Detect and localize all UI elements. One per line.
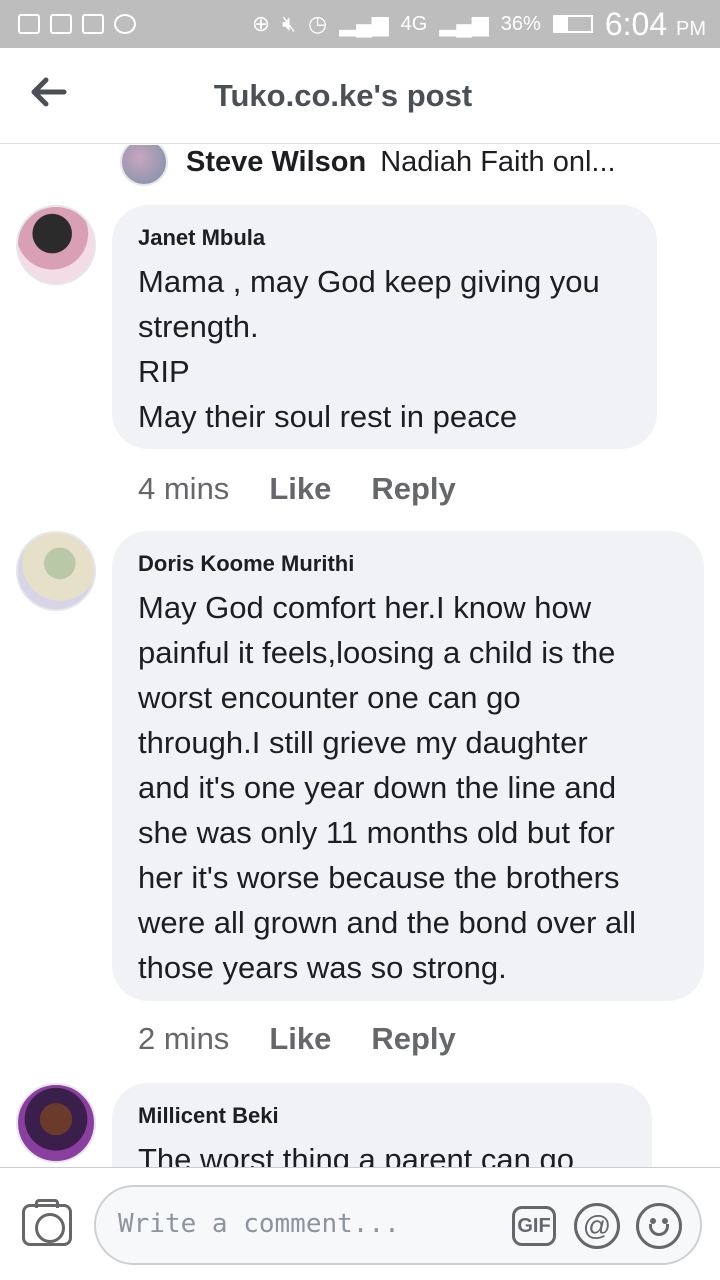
like-button[interactable]: Like (269, 471, 331, 507)
comment-author[interactable]: Janet Mbula (138, 225, 631, 251)
comment-input[interactable]: Write a comment... GIF @ (94, 1185, 702, 1265)
add-circle-icon: ⊕ (251, 11, 271, 36)
network-type: 4G (400, 12, 428, 35)
status-bar: ⊕ 🔇︎ ◷ ▂▄▆ 4G ▂▄▆ 36% 6:04 PM (0, 0, 720, 48)
battery-icon (552, 15, 593, 33)
comment-author[interactable]: Doris Koome Murithi (138, 551, 678, 577)
comment-composer: Write a comment... GIF @ (0, 1167, 720, 1280)
comment-bubble[interactable]: Millicent Beki The worst thing a parent … (112, 1083, 652, 1167)
page-title: Tuko.co.ke's post (213, 78, 473, 113)
gif-icon[interactable]: GIF (512, 1206, 556, 1246)
avatar[interactable] (16, 531, 96, 611)
battery-fill (554, 17, 568, 31)
signal-icon: ▂▄▆ (339, 11, 389, 36)
signal-icon-2: ▂▄▆ (439, 11, 489, 36)
comment-actions: 4 mins Like Reply (138, 471, 456, 507)
reply-button[interactable]: Reply (371, 471, 455, 507)
comment-actions: 2 mins Like Reply (138, 1021, 456, 1057)
like-button[interactable]: Like (269, 1021, 331, 1057)
alarm-icon: ◷ (308, 11, 328, 36)
camera-icon[interactable] (22, 1199, 72, 1246)
emoji-icon[interactable] (636, 1203, 682, 1249)
comment-text: The worst thing a parent can go (138, 1142, 574, 1167)
whatsapp-icon (114, 14, 136, 34)
comment-time: 4 mins (138, 471, 230, 506)
apps-icon (82, 14, 104, 34)
clock-ampm: PM (676, 17, 706, 40)
comment-author[interactable]: Millicent Beki (138, 1103, 626, 1129)
reply-button[interactable]: Reply (371, 1021, 455, 1057)
comment-time: 2 mins (138, 1021, 230, 1056)
battery-percent: 36% (500, 12, 541, 35)
reply-preview[interactable]: Steve Wilson Nadiah Faith onl... (120, 145, 616, 186)
comment-input-placeholder: Write a comment... (118, 1209, 400, 1239)
comment-text: Mama , may God keep giving you strength.… (138, 264, 600, 434)
clock: 6:04 PM (605, 6, 706, 43)
comments-list[interactable]: Steve Wilson Nadiah Faith onl... Janet M… (0, 145, 720, 1167)
emoji-mouth (649, 1224, 669, 1236)
comment-bubble[interactable]: Doris Koome Murithi May God comfort her.… (112, 531, 704, 1001)
avatar[interactable] (120, 145, 168, 186)
comment-bubble[interactable]: Janet Mbula Mama , may God keep giving y… (112, 205, 657, 449)
reply-author[interactable]: Steve Wilson (186, 146, 366, 179)
app-header: Tuko.co.ke's post (0, 48, 720, 144)
mute-icon: 🔇︎ (282, 11, 297, 36)
message-icon (18, 14, 40, 34)
avatar[interactable] (16, 1083, 96, 1163)
gallery-icon (50, 14, 72, 34)
avatar[interactable] (16, 205, 96, 285)
comment-text: May God comfort her.I know how painful i… (138, 590, 637, 985)
mention-icon[interactable]: @ (574, 1203, 620, 1249)
clock-time: 6:04 (604, 5, 668, 42)
reply-text: Nadiah Faith onl... (380, 145, 616, 178)
